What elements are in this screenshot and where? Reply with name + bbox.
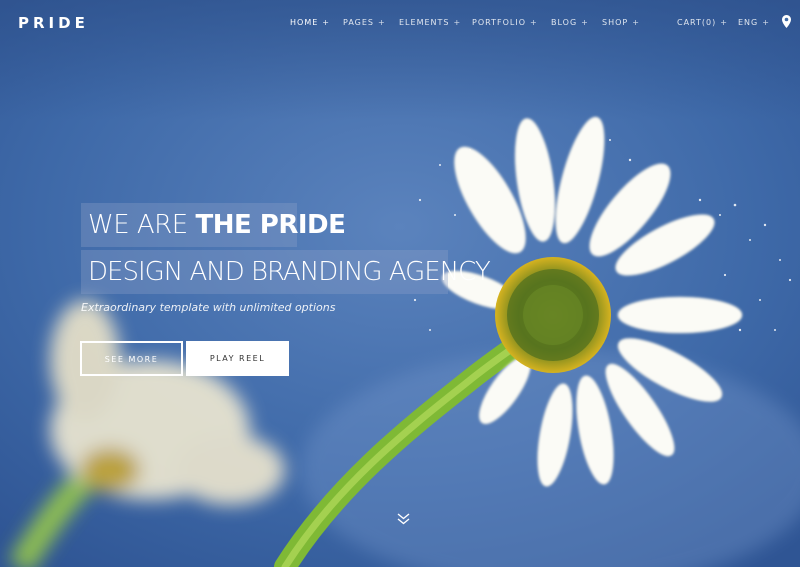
hero-section: PRIDE HOME + PAGES + ELEMENTS + PORTFOLIO + … xyxy=(0,0,800,567)
nav-label: ENG xyxy=(738,18,759,27)
nav-label: CART(0) xyxy=(677,18,717,27)
nav-item-home[interactable]: HOME + xyxy=(290,18,330,27)
plus-icon: + xyxy=(762,18,770,27)
hero-headline-line2: DESIGN AND BRANDING AGENCY xyxy=(81,250,491,294)
nav-item-cart[interactable]: CART(0) + xyxy=(677,18,728,27)
headline-bold: THE PRIDE xyxy=(195,210,346,240)
nav-item-shop[interactable]: SHOP + xyxy=(602,18,640,27)
plus-icon: + xyxy=(632,18,640,27)
nav-item-pages[interactable]: PAGES + xyxy=(343,18,386,27)
main-nav: HOME + PAGES + ELEMENTS + PORTFOLIO + BLOG + … xyxy=(0,18,800,30)
plus-icon: + xyxy=(377,18,386,27)
headline-line2-text: DESIGN AND BRANDING AGENCY xyxy=(88,257,491,287)
map-pin-icon[interactable] xyxy=(782,15,791,28)
hero-tagline: Extraordinary template with unlimited op… xyxy=(81,301,336,314)
nav-item-blog[interactable]: BLOG + xyxy=(551,18,589,27)
plus-icon: + xyxy=(530,18,538,27)
nav-label: PORTFOLIO xyxy=(472,18,526,27)
plus-icon: + xyxy=(453,18,462,27)
double-chevron-down-icon[interactable] xyxy=(397,513,410,525)
headline-regular: WE ARE xyxy=(88,210,188,240)
nav-label: BLOG xyxy=(551,18,578,27)
nav-label: ELEMENTS xyxy=(399,18,450,27)
nav-label: HOME xyxy=(290,18,319,27)
plus-icon: + xyxy=(322,18,330,27)
see-more-button[interactable]: SEE MORE xyxy=(80,341,183,376)
plus-icon: + xyxy=(720,18,728,27)
play-reel-button[interactable]: PLAY REEL xyxy=(186,341,289,376)
nav-label: SHOP xyxy=(602,18,629,27)
nav-item-portfolio[interactable]: PORTFOLIO + xyxy=(472,18,538,27)
plus-icon: + xyxy=(581,18,589,27)
nav-item-language[interactable]: ENG + xyxy=(738,18,770,27)
nav-label: PAGES xyxy=(343,18,374,27)
nav-item-elements[interactable]: ELEMENTS + xyxy=(399,18,461,27)
hero-headline-line1: WE ARE THE PRIDE xyxy=(81,203,346,247)
